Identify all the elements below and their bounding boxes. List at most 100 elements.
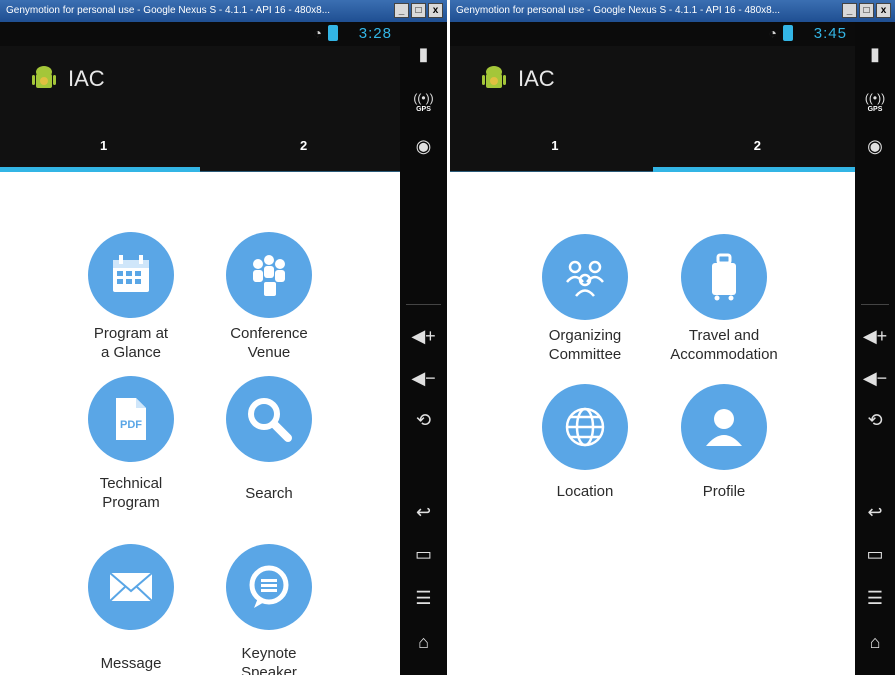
menu-item-label: Profile bbox=[702, 483, 746, 500]
clock: 3:45 bbox=[813, 25, 847, 42]
action-bar: IAC bbox=[450, 46, 855, 124]
camera-icon[interactable]: ◉ bbox=[400, 132, 447, 160]
recent-apps-button[interactable]: ▭ bbox=[855, 540, 895, 568]
wifi-icon: ◔ bbox=[313, 25, 322, 41]
device-control-sidebar: ▮ ((•)) GPS ◉ ◀+ ◀− ⟲ ↩ ▭ ☰ ⌂ bbox=[400, 22, 447, 675]
volume-up-button[interactable]: ◀+ bbox=[400, 322, 447, 350]
globe-icon bbox=[565, 407, 605, 447]
android-screen: ◔ 3:28 IAC 1 2 Program at a Glance Confe… bbox=[0, 22, 400, 675]
tab-2[interactable]: 2 bbox=[652, 124, 856, 172]
wifi-icon: ◔ bbox=[768, 25, 777, 41]
camera-icon[interactable]: ◉ bbox=[855, 132, 895, 160]
menu-item-program-at-a-glance[interactable]: Program at a Glance bbox=[56, 232, 206, 362]
battery-icon[interactable]: ▮ bbox=[855, 40, 895, 68]
menu-item-search[interactable]: Search bbox=[194, 376, 344, 503]
tab-1[interactable]: 1 bbox=[450, 124, 653, 172]
close-button[interactable]: x bbox=[876, 3, 891, 18]
menu-item-label: Keynote Speaker bbox=[241, 645, 297, 675]
android-icon bbox=[32, 66, 56, 88]
home-button[interactable]: ⌂ bbox=[400, 628, 447, 656]
volume-up-button[interactable]: ◀+ bbox=[855, 322, 895, 350]
menu-item-message[interactable]: Message bbox=[56, 544, 206, 673]
status-bar: ◔ 3:45 bbox=[450, 22, 855, 46]
tab-label: 1 bbox=[551, 138, 559, 153]
menu-icon-circle bbox=[681, 384, 767, 470]
pdf-icon: PDF bbox=[116, 398, 146, 440]
recent-apps-button[interactable]: ▭ bbox=[400, 540, 447, 568]
group-icon bbox=[566, 260, 604, 297]
maximize-button[interactable]: □ bbox=[411, 3, 426, 18]
menu-item-label: Message bbox=[100, 655, 162, 672]
bluetooth-icon bbox=[328, 25, 338, 41]
menu-grid: Program at a Glance Conference Venue PDF… bbox=[0, 172, 400, 675]
status-bar: ◔ 3:28 bbox=[0, 22, 400, 46]
calendar-icon bbox=[113, 255, 149, 292]
speech-bubble-icon bbox=[249, 565, 289, 608]
gps-label: GPS bbox=[867, 106, 883, 113]
menu-item-keynote-speaker[interactable]: Keynote Speaker bbox=[194, 544, 344, 675]
menu-icon-circle bbox=[88, 544, 174, 630]
menu-button[interactable]: ☰ bbox=[400, 584, 447, 612]
bluetooth-icon bbox=[783, 25, 793, 41]
window-title: Genymotion for personal use - Google Nex… bbox=[456, 5, 781, 16]
menu-item-label: Conference Venue bbox=[230, 325, 308, 361]
rotate-button[interactable]: ⟲ bbox=[855, 406, 895, 434]
menu-item-travel-and-accommodation[interactable]: Travel and Accommodation bbox=[649, 234, 799, 364]
menu-item-label: Organizing Committee bbox=[548, 327, 622, 363]
menu-item-conference-venue[interactable]: Conference Venue bbox=[194, 232, 344, 362]
genymotion-desktop: Genymotion for personal use - Google Nex… bbox=[0, 0, 895, 675]
window-title-bar: Genymotion for personal use - Google Nex… bbox=[0, 0, 447, 22]
menu-item-label: Technical Program bbox=[99, 475, 163, 511]
divider bbox=[406, 304, 441, 305]
envelope-icon bbox=[109, 572, 153, 602]
close-button[interactable]: x bbox=[428, 3, 443, 18]
tab-2[interactable]: 2 bbox=[200, 124, 400, 172]
android-icon bbox=[482, 66, 506, 88]
volume-down-button[interactable]: ◀− bbox=[855, 364, 895, 392]
android-screen: ◔ 3:45 IAC 1 2 Organizing Committee Trav… bbox=[450, 22, 855, 675]
menu-icon-circle: PDF bbox=[88, 376, 174, 462]
window-controls: _ □ x bbox=[394, 3, 443, 18]
rotate-button[interactable]: ⟲ bbox=[400, 406, 447, 434]
window-controls: _ □ x bbox=[842, 3, 891, 18]
menu-item-label: Search bbox=[245, 485, 293, 502]
minimize-button[interactable]: _ bbox=[842, 3, 857, 18]
back-button[interactable]: ↩ bbox=[400, 498, 447, 526]
app-title: IAC bbox=[68, 66, 105, 91]
left-emulator-window: Genymotion for personal use - Google Nex… bbox=[0, 0, 447, 675]
divider bbox=[861, 304, 889, 305]
clock: 3:28 bbox=[358, 25, 392, 42]
app-title: IAC bbox=[518, 66, 555, 91]
gps-label: GPS bbox=[416, 106, 431, 113]
menu-item-technical-program[interactable]: PDF Technical Program bbox=[56, 376, 206, 512]
menu-item-profile[interactable]: Profile bbox=[649, 384, 799, 501]
menu-icon-circle bbox=[542, 234, 628, 320]
battery-icon[interactable]: ▮ bbox=[400, 40, 447, 68]
window-title: Genymotion for personal use - Google Nex… bbox=[6, 5, 331, 16]
menu-item-label: Travel and Accommodation bbox=[670, 327, 778, 363]
menu-item-label: Program at a Glance bbox=[93, 325, 169, 361]
search-icon bbox=[248, 398, 292, 442]
volume-down-button[interactable]: ◀− bbox=[400, 364, 447, 392]
menu-item-label: Location bbox=[556, 483, 614, 500]
menu-icon-circle bbox=[226, 232, 312, 318]
menu-icon-circle bbox=[681, 234, 767, 320]
menu-item-location[interactable]: Location bbox=[510, 384, 660, 501]
menu-item-organizing-committee[interactable]: Organizing Committee bbox=[510, 234, 660, 364]
menu-icon-circle bbox=[226, 544, 312, 630]
tab-strip: 1 2 bbox=[450, 124, 855, 172]
window-title-bar: Genymotion for personal use - Google Nex… bbox=[450, 0, 895, 22]
tab-label: 2 bbox=[300, 138, 308, 153]
people-icon bbox=[253, 255, 285, 296]
maximize-button[interactable]: □ bbox=[859, 3, 874, 18]
tab-strip: 1 2 bbox=[0, 124, 400, 172]
home-button[interactable]: ⌂ bbox=[855, 628, 895, 656]
tab-label: 1 bbox=[100, 138, 108, 153]
back-button[interactable]: ↩ bbox=[855, 498, 895, 526]
menu-icon-circle bbox=[226, 376, 312, 462]
tab-1[interactable]: 1 bbox=[0, 124, 200, 172]
minimize-button[interactable]: _ bbox=[394, 3, 409, 18]
menu-button[interactable]: ☰ bbox=[855, 584, 895, 612]
device-control-sidebar: ▮ ((•)) GPS ◉ ◀+ ◀− ⟲ ↩ ▭ ☰ ⌂ bbox=[855, 22, 895, 675]
action-bar: IAC bbox=[0, 46, 400, 124]
